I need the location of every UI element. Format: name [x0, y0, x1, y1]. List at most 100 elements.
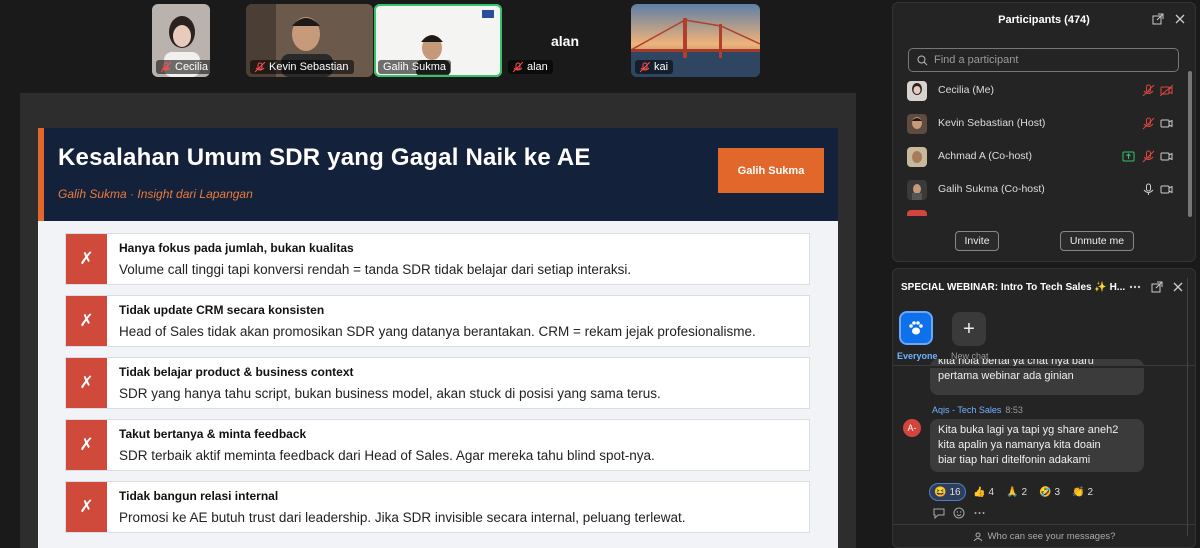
presentation-slide: Kesalahan Umum SDR yang Gagal Naik ke AE…	[38, 128, 838, 548]
more-actions-icon[interactable]	[973, 507, 986, 519]
participant-row[interactable]: Galih Sukma (Co-host)	[893, 176, 1185, 204]
more-options-icon[interactable]	[1129, 281, 1141, 293]
chat-scrollbar-track[interactable]	[1187, 278, 1188, 536]
reaction-emoji: 😆	[934, 486, 947, 498]
mic-off-icon	[640, 61, 650, 72]
search-icon	[917, 55, 928, 65]
video-on-icon[interactable]	[1160, 117, 1173, 130]
reaction-emoji: 🤣	[1039, 486, 1052, 498]
reaction-emoji: 🙏	[1006, 486, 1019, 498]
mic-off-icon[interactable]	[1142, 150, 1155, 163]
reaction-chip[interactable]: 👍 4	[969, 483, 998, 501]
reaction-emoji: 👍	[973, 486, 986, 498]
plus-icon: +	[963, 317, 975, 340]
message-sender: Aqis - Tech Sales 8:53	[932, 405, 1023, 415]
reaction-chip[interactable]: 👏 2	[1068, 483, 1097, 501]
mic-on-icon[interactable]	[1142, 183, 1155, 196]
video-tile-galih-speaking[interactable]: Galih Sukma	[374, 4, 502, 77]
participant-name: Galih Sukma (Co-host)	[938, 183, 1045, 195]
reaction-count: 3	[1054, 486, 1061, 498]
reaction-chip[interactable]: 🤣 3	[1035, 483, 1064, 501]
everyone-chat-button[interactable]	[899, 311, 933, 345]
video-on-icon[interactable]	[1160, 183, 1173, 196]
popout-icon[interactable]	[1151, 281, 1163, 293]
mic-off-icon	[513, 61, 523, 72]
item-title: Hanya fokus pada jumlah, bukan kualitas	[119, 241, 354, 255]
slide-list-item: ✗ Hanya fokus pada jumlah, bukan kualita…	[65, 233, 810, 285]
video-tile-kevin[interactable]: Kevin Sebastian	[246, 4, 373, 77]
tile-name: alan	[527, 61, 548, 73]
mic-off-icon[interactable]	[1142, 117, 1155, 130]
participants-panel: Participants (474) Find a participant Ce…	[892, 2, 1196, 262]
slide-list-item: ✗ Tidak bangun relasi internal Promosi k…	[65, 481, 810, 533]
participant-row[interactable]: Cecilia (Me)	[893, 77, 1185, 105]
item-description: Promosi ke AE butuh trust dari leadershi…	[119, 510, 686, 525]
item-description: Volume call tinggi tapi konversi rendah …	[119, 262, 632, 277]
invite-button[interactable]: Invite	[955, 231, 999, 251]
reaction-chip[interactable]: 😆 16	[929, 483, 966, 501]
item-title: Tidak belajar product & business context	[119, 365, 354, 379]
reaction-count: 4	[988, 486, 995, 498]
reaction-count: 2	[1087, 486, 1094, 498]
participant-search-input[interactable]: Find a participant	[908, 48, 1179, 72]
cross-mark-icon: ✗	[66, 420, 107, 470]
tile-name: kai	[654, 61, 669, 73]
chat-footer[interactable]: Who can see your messages?	[893, 524, 1195, 548]
video-on-icon[interactable]	[1160, 150, 1173, 163]
search-placeholder: Find a participant	[934, 54, 1019, 66]
video-tile-cecilia[interactable]: Cecilia	[152, 4, 210, 77]
zoom-meeting-window: Cecilia Kevin Sebastian Galih Sukma alan	[0, 0, 1200, 548]
cross-mark-icon: ✗	[66, 358, 107, 408]
message-line: pertama webinar ada ginian	[938, 370, 1074, 382]
video-off-icon[interactable]	[1160, 84, 1173, 97]
participant-name: Cecilia (Me)	[938, 84, 995, 96]
chat-message-previous: kita hola bertai ya chat nya baru pertam…	[930, 359, 1144, 395]
share-screen-icon[interactable]	[1122, 150, 1135, 163]
avatar-partial	[907, 210, 927, 216]
unmute-me-button[interactable]: Unmute me	[1060, 231, 1134, 251]
chat-message: Kita buka lagi ya tapi yg share aneh2 ki…	[930, 419, 1144, 472]
participants-title: Participants (474)	[998, 14, 1090, 26]
reply-icon[interactable]	[933, 507, 946, 519]
message-line: kita apalin ya namanya kita doain	[938, 439, 1101, 451]
cross-mark-icon: ✗	[66, 296, 107, 346]
participant-row[interactable]: Achmad A (Co-host)	[893, 143, 1185, 171]
slide-header: Kesalahan Umum SDR yang Gagal Naik ke AE…	[38, 128, 838, 221]
participant-row[interactable]: Kevin Sebastian (Host)	[893, 110, 1185, 138]
tile-name-tag: kai	[635, 60, 674, 74]
tile-name-tag: Galih Sukma	[378, 60, 451, 74]
reaction-emoji: 👏	[1072, 486, 1085, 498]
message-time: 8:53	[1005, 405, 1023, 415]
tile-center-name: alan	[550, 32, 579, 49]
add-reaction-icon[interactable]	[953, 507, 966, 519]
video-tile-kai[interactable]: kai	[631, 4, 760, 77]
reaction-chip[interactable]: 🙏 2	[1002, 483, 1031, 501]
paw-icon	[909, 321, 923, 335]
tile-name-tag: Cecilia	[156, 60, 210, 74]
reaction-count: 2	[1021, 486, 1028, 498]
mic-off-icon[interactable]	[1142, 84, 1155, 97]
clip-mask	[893, 366, 1195, 368]
close-icon[interactable]	[1172, 281, 1184, 293]
video-tile-alan[interactable]: alan alan	[506, 4, 624, 77]
item-description: SDR yang hanya tahu script, bukan busine…	[119, 386, 661, 401]
item-title: Tidak bangun relasi internal	[119, 489, 279, 503]
new-chat-button[interactable]: +	[952, 312, 986, 346]
people-icon	[973, 532, 982, 541]
tile-name-tag: Kevin Sebastian	[250, 60, 354, 74]
popout-icon[interactable]	[1152, 13, 1164, 25]
participant-name: Kevin Sebastian (Host)	[938, 117, 1046, 129]
who-can-see-link: Who can see your messages?	[987, 531, 1116, 542]
tile-name: Cecilia	[175, 61, 209, 73]
chat-panel: SPECIAL WEBINAR: Intro To Tech Sales ✨ H…	[892, 268, 1196, 548]
slide-title: Kesalahan Umum SDR yang Gagal Naik ke AE	[58, 144, 591, 171]
close-icon[interactable]	[1174, 13, 1186, 25]
sender-name: Aqis - Tech Sales	[932, 405, 1002, 415]
avatar	[907, 147, 927, 167]
tab-everyone[interactable]: Everyone	[897, 351, 938, 361]
message-line: Kita buka lagi ya tapi yg share aneh2	[938, 424, 1119, 436]
participant-name: Achmad A (Co-host)	[938, 150, 1032, 162]
tile-name: Galih Sukma	[383, 61, 446, 73]
participants-scrollbar[interactable]	[1188, 71, 1192, 217]
mic-off-icon	[161, 61, 171, 72]
